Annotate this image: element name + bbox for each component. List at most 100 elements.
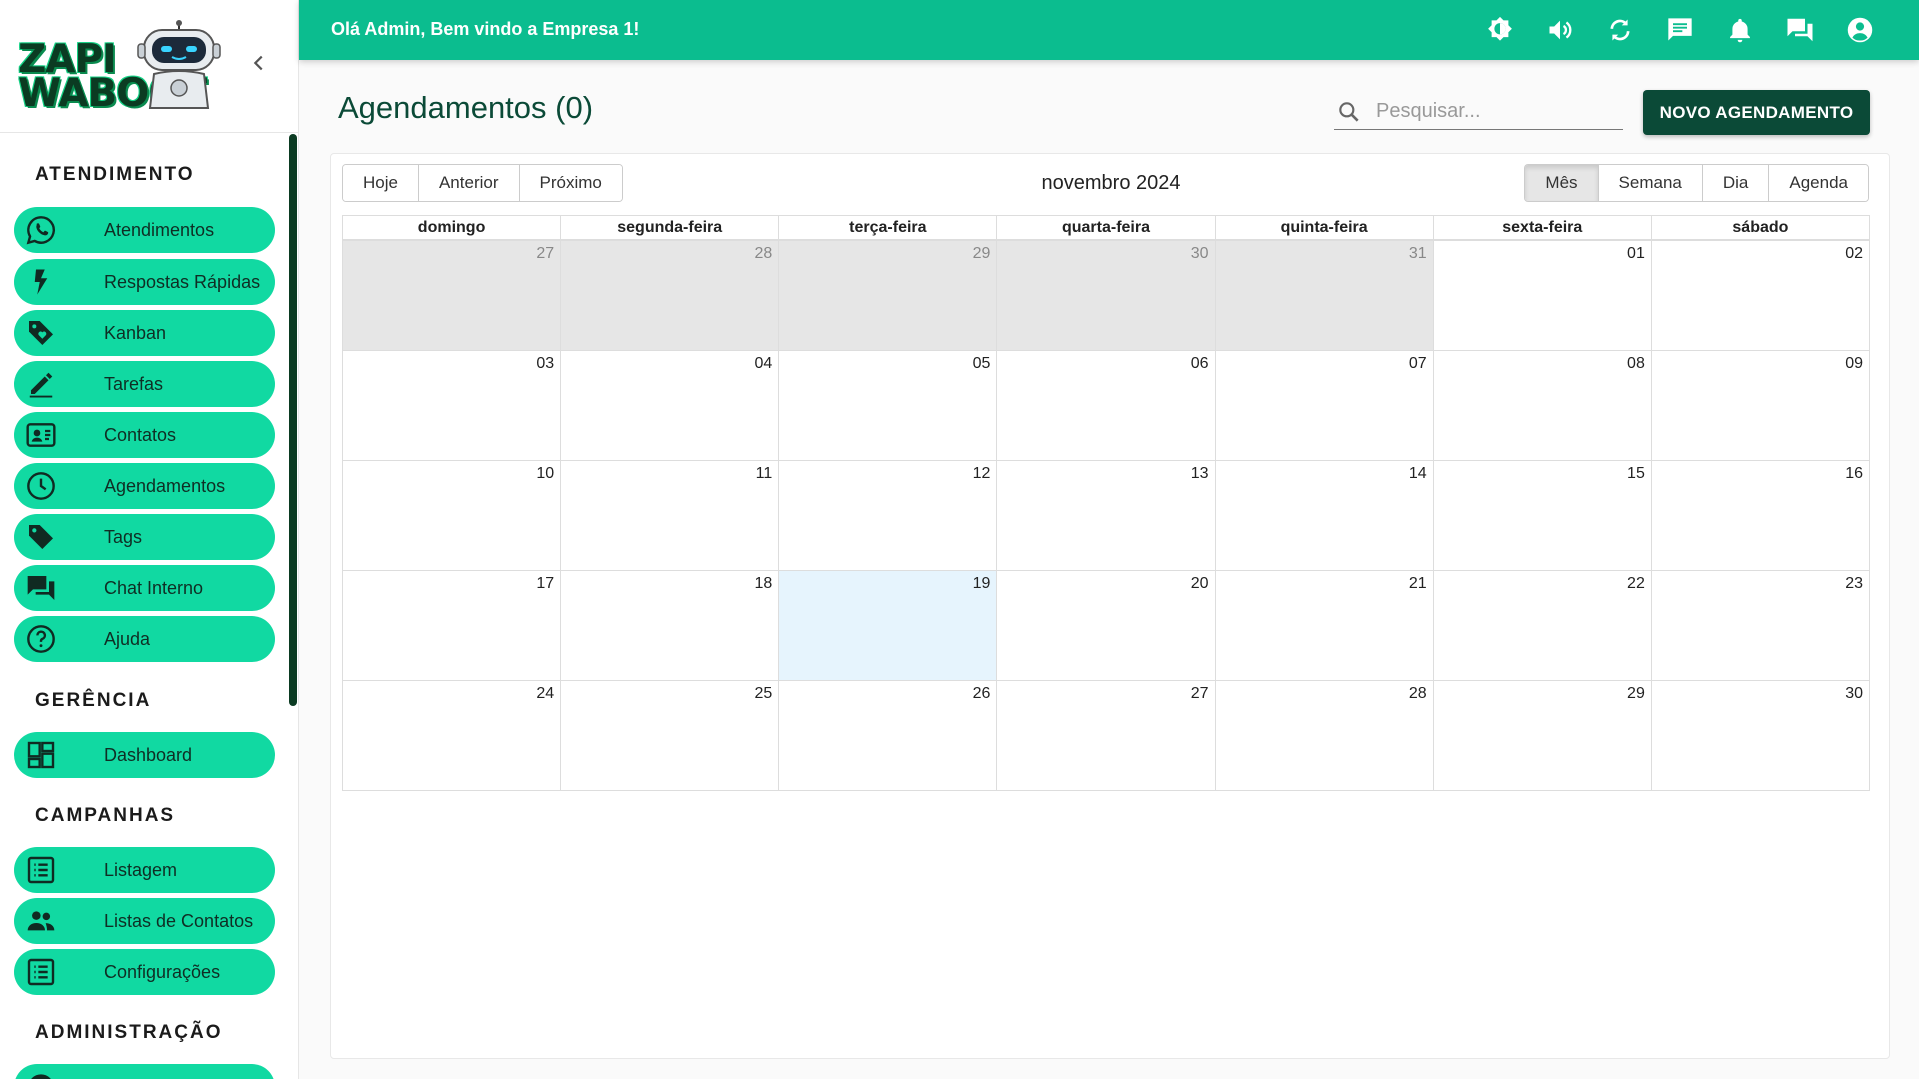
day-cell[interactable]: 14 [1216,461,1434,570]
day-cell[interactable]: 12 [779,461,998,570]
account-icon[interactable] [1844,14,1876,46]
day-cell[interactable]: 27 [997,681,1216,790]
view-day-button[interactable]: Dia [1702,165,1770,201]
day-cell[interactable]: 21 [1216,571,1434,680]
greeting-text: Olá Admin, Bem vindo a Empresa 1! [331,19,640,39]
view-month-button[interactable]: Mês [1525,165,1599,201]
day-cell[interactable]: 20 [997,571,1216,680]
new-appointment-button[interactable]: NOVO AGENDAMENTO [1643,90,1870,135]
search-input[interactable] [1376,100,1616,123]
day-number: 29 [1627,685,1645,702]
nav-item-kanban[interactable]: Kanban [14,310,275,356]
nav-item-dashboard[interactable]: Dashboard [14,732,275,778]
day-cell[interactable]: 01 [1434,241,1652,350]
day-cell[interactable]: 06 [997,351,1216,460]
view-week-button[interactable]: Semana [1598,165,1703,201]
list-settings-icon [24,955,58,989]
day-cell[interactable]: 03 [343,351,562,460]
nav-item-ajuda[interactable]: Ajuda [14,616,275,662]
day-cell[interactable]: 16 [1652,461,1869,570]
search-box [1334,94,1623,130]
day-number: 25 [754,685,773,702]
section-title-campanhas: CAMPANHAS [35,805,176,826]
day-number: 06 [1190,355,1209,372]
nav-item-configuracoes[interactable]: Configurações [14,949,275,995]
day-cell[interactable]: 08 [1434,351,1652,460]
nav-label-respostas-rapidas: Respostas Rápidas [104,271,261,292]
view-agenda-button[interactable]: Agenda [1769,165,1868,201]
calendar-nav-group: Hoje Anterior Próximo [342,164,623,202]
day-cell[interactable]: 24 [343,681,562,790]
chevron-left-icon[interactable] [248,52,270,74]
day-cell[interactable]: 15 [1434,461,1652,570]
day-number: 30 [1845,685,1863,702]
day-number: 09 [1845,355,1863,372]
next-button[interactable]: Próximo [519,165,622,201]
day-cell[interactable]: 18 [561,571,780,680]
day-cell-today[interactable]: 19 [779,571,998,680]
nav-label-dashboard: Dashboard [104,744,193,765]
nav-item-listagem[interactable]: Listagem [14,847,275,893]
nav-item-listas-de-contatos[interactable]: Listas de Contatos [14,898,275,944]
day-number: 21 [1408,575,1427,592]
admin-icon [24,1070,58,1079]
nav-label-listagem: Listagem [104,859,178,880]
day-cell[interactable]: 31 [1215,241,1434,350]
day-cell[interactable]: 23 [1652,571,1869,680]
page-title: Agendamentos (0) [338,90,594,125]
day-cell[interactable]: 28 [561,241,780,350]
flash-icon [24,265,58,299]
nav-label-listas-de-contatos: Listas de Contatos [104,910,254,931]
day-cell[interactable]: 17 [343,571,562,680]
day-cell[interactable]: 30 [1652,681,1869,790]
app-logo: ZAPI WABOOT [18,20,223,115]
nav-label-chat-interno: Chat Interno [104,577,204,598]
day-cell[interactable]: 30 [997,241,1216,350]
sync-icon[interactable] [1604,14,1636,46]
nav-item-contatos[interactable]: Contatos [14,412,275,458]
forum-icon[interactable] [1784,14,1816,46]
whatsapp-icon [24,213,58,247]
day-cell[interactable]: 28 [1216,681,1434,790]
today-button[interactable]: Hoje [343,165,419,201]
day-cell[interactable]: 26 [779,681,998,790]
nav-item-tarefas[interactable]: Tarefas [14,361,275,407]
weekday-header-cell: segunda-feira [561,216,780,239]
nav-item-respostas-rapidas[interactable]: Respostas Rápidas [14,259,275,305]
tag-icon [24,520,58,554]
month-grid: domingo segunda-feira terça-feira quarta… [342,215,1870,791]
nav-item-atendimentos[interactable]: Atendimentos [14,207,275,253]
day-cell[interactable]: 09 [1652,351,1869,460]
nav-label-kanban: Kanban [104,322,167,343]
day-number: 29 [972,245,991,262]
day-cell[interactable]: 11 [561,461,780,570]
day-cell[interactable]: 10 [343,461,562,570]
brightness-icon[interactable] [1484,14,1516,46]
day-cell[interactable]: 22 [1434,571,1652,680]
day-cell[interactable]: 07 [1216,351,1434,460]
day-cell[interactable]: 25 [561,681,780,790]
nav-item-chat-interno[interactable]: Chat Interno [14,565,275,611]
chat-icon[interactable] [1664,14,1696,46]
day-number: 31 [1408,245,1427,262]
day-cell[interactable]: 29 [779,241,998,350]
weekday-header-cell: quarta-feira [997,216,1216,239]
day-cell[interactable]: 04 [561,351,780,460]
logo-area: ZAPI WABOOT [0,0,298,133]
sidebar-scrollbar[interactable] [289,134,297,706]
day-cell[interactable]: 27 [343,241,562,350]
calendar-view-group: Mês Semana Dia Agenda [1524,164,1869,202]
nav-item-tags[interactable]: Tags [14,514,275,560]
day-number: 08 [1627,355,1645,372]
nav-item-agendamentos[interactable]: Agendamentos [14,463,275,509]
nav-label-ajuda: Ajuda [104,628,151,649]
day-cell[interactable]: 13 [997,461,1216,570]
day-cell[interactable]: 05 [779,351,998,460]
previous-button[interactable]: Anterior [418,165,520,201]
bell-icon[interactable] [1724,14,1756,46]
nav-item-administracao-partial[interactable] [14,1064,275,1079]
section-title-atendimento: ATENDIMENTO [35,164,195,185]
day-cell[interactable]: 29 [1434,681,1652,790]
day-cell[interactable]: 02 [1652,241,1869,350]
volume-icon[interactable] [1544,14,1576,46]
